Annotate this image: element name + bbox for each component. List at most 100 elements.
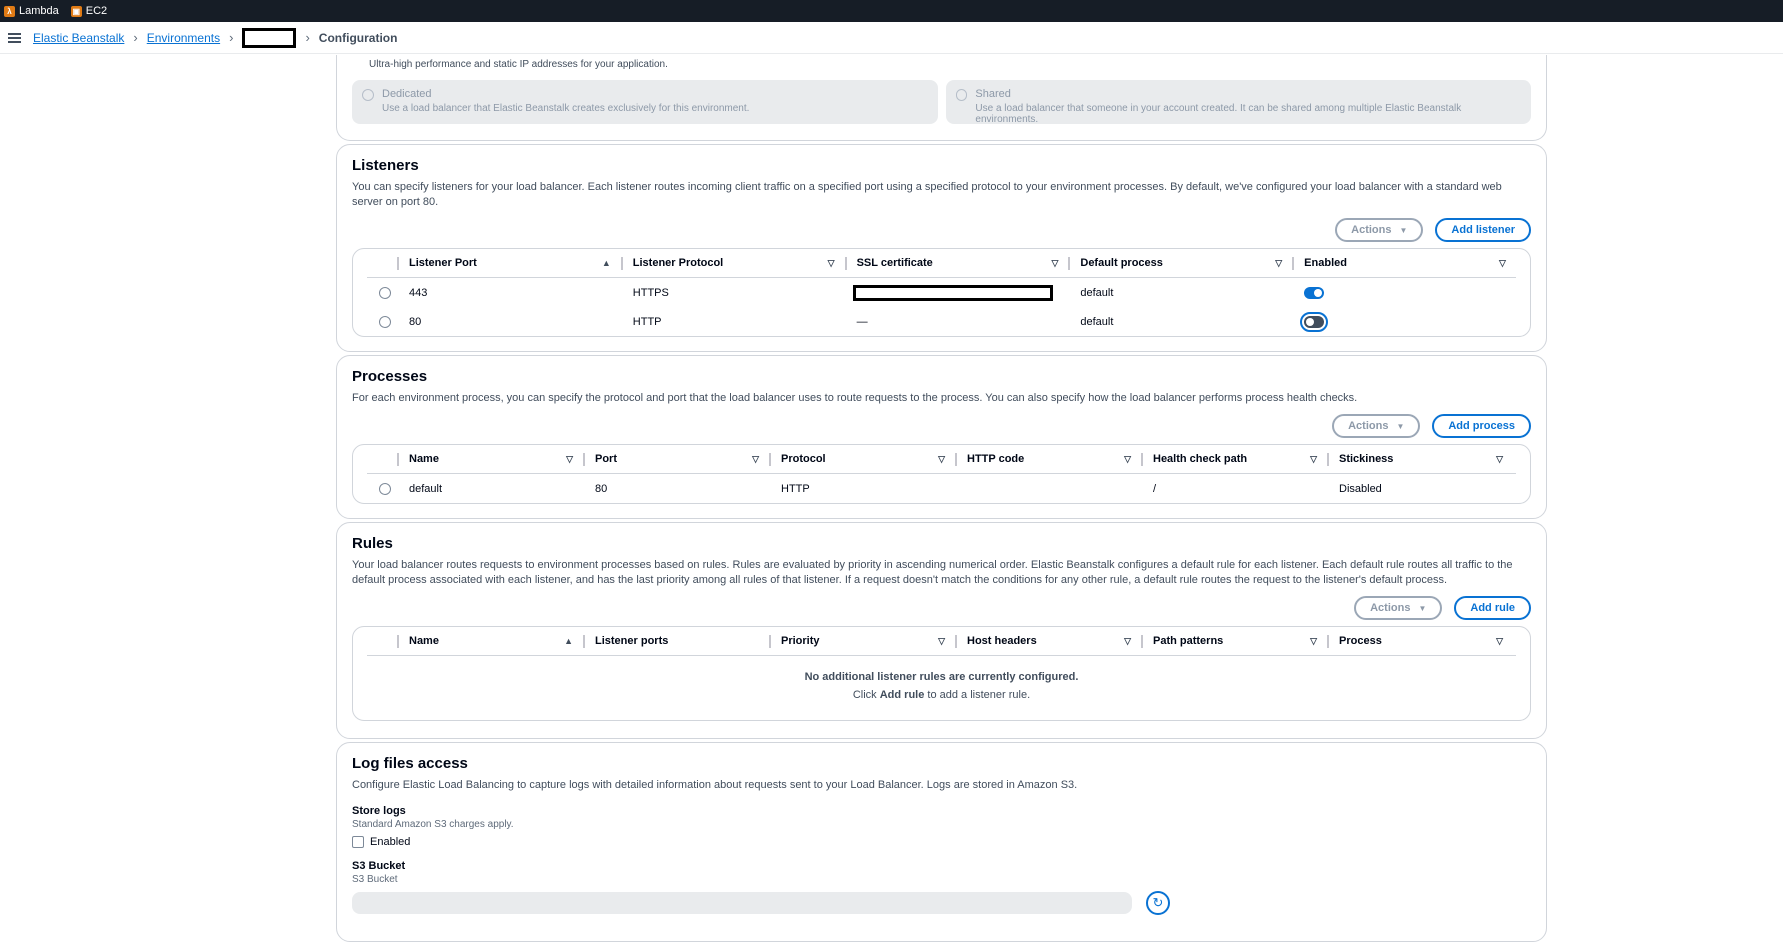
- table-row[interactable]: 80 HTTP — default: [367, 307, 1516, 336]
- col-listener-protocol[interactable]: Listener Protocol ▽: [620, 249, 845, 277]
- enabled-toggle-off[interactable]: [1300, 311, 1329, 332]
- enabled-toggle-on[interactable]: [1304, 286, 1325, 299]
- row-radio[interactable]: [379, 286, 391, 299]
- chevron-right-icon: ›: [229, 30, 234, 45]
- col-host-headers[interactable]: Host headers ▽: [955, 627, 1141, 655]
- table-header: Name ▲ Listener ports Priority ▽ Host head…: [367, 627, 1516, 656]
- col-ssl-certificate[interactable]: SSL certificate ▽: [844, 249, 1069, 277]
- table-row[interactable]: 443 HTTPS default: [367, 278, 1516, 307]
- option-desc: Use a load balancer that Elastic Beansta…: [382, 103, 750, 114]
- bookmark-lambda[interactable]: λ Lambda: [4, 5, 59, 17]
- col-name[interactable]: Name ▲: [397, 627, 583, 655]
- cell-stickiness: Disabled: [1339, 482, 1382, 495]
- dedicated-radio[interactable]: [362, 89, 374, 101]
- rules-actions-button[interactable]: Actions ▼: [1354, 596, 1443, 620]
- s3-bucket-select[interactable]: [352, 892, 1132, 914]
- option-title: Dedicated: [382, 88, 432, 100]
- sort-icon: ▽: [1124, 453, 1131, 464]
- browser-bookmarks-bar: λ Lambda ▣ EC2: [0, 0, 1783, 22]
- col-name[interactable]: Name ▽: [397, 445, 583, 473]
- col-health-check-path[interactable]: Health check path ▽: [1141, 445, 1327, 473]
- bookmark-label: EC2: [85, 5, 108, 17]
- sort-ascending-icon: ▲: [601, 258, 611, 268]
- cell-process: default: [1080, 286, 1114, 299]
- refresh-icon[interactable]: ↻: [1146, 891, 1170, 915]
- rules-table: Name ▲ Listener ports Priority ▽ Host head…: [352, 626, 1531, 721]
- sort-icon: ▽: [1051, 257, 1059, 268]
- col-enabled[interactable]: Enabled ▽: [1292, 249, 1516, 277]
- cell-port: 80: [595, 482, 608, 495]
- breadcrumb: Elastic Beanstalk › Environments › › Con…: [0, 22, 1783, 54]
- lb-type-desc: Ultra-high performance and static IP add…: [369, 59, 668, 70]
- store-logs-checkbox[interactable]: Enabled: [352, 836, 1531, 848]
- store-logs-label: Store logs: [352, 805, 406, 817]
- sort-icon: ▽: [1124, 635, 1131, 646]
- breadcrumb-current: Configuration: [318, 30, 398, 45]
- row-radio[interactable]: [379, 482, 391, 495]
- add-listener-button[interactable]: Add listener: [1435, 218, 1531, 242]
- sort-icon: ▽: [1499, 257, 1506, 268]
- sort-icon: ▽: [1275, 257, 1283, 268]
- option-title: Shared: [975, 88, 1011, 100]
- caret-down-icon: ▼: [1418, 603, 1427, 613]
- sort-icon: ▽: [1310, 453, 1317, 464]
- checkbox-label: Enabled: [370, 836, 411, 848]
- logs-title: Log files access: [352, 755, 468, 772]
- empty-title: No additional listener rules are current…: [804, 671, 1079, 683]
- sort-icon: ▽: [938, 635, 945, 646]
- chevron-right-icon: ›: [305, 30, 310, 45]
- bookmark-ec2[interactable]: ▣ EC2: [70, 5, 108, 17]
- option-desc: Use a load balancer that someone in your…: [975, 103, 1462, 125]
- col-default-process[interactable]: Default process ▽: [1068, 249, 1292, 277]
- col-stickiness[interactable]: Stickiness ▽: [1327, 445, 1513, 473]
- table-header: Name ▽ Port ▽ Protocol ▽ HTTP code ▽ Health …: [367, 445, 1516, 474]
- col-listener-ports[interactable]: Listener ports: [583, 627, 769, 655]
- breadcrumb-environments[interactable]: Environments: [147, 31, 220, 45]
- cell-http-code: [955, 474, 1141, 503]
- lb-option-shared[interactable]: Shared Use a load balancer that someone …: [945, 80, 1531, 125]
- bookmark-label: Lambda: [19, 5, 59, 17]
- sort-icon: ▽: [1310, 635, 1317, 646]
- logs-desc: Configure Elastic Load Balancing to capt…: [352, 779, 1078, 791]
- store-logs-sub: Standard Amazon S3 charges apply.: [352, 819, 514, 830]
- sort-icon: ▽: [1496, 453, 1503, 464]
- table-header: Listener Port ▲ Listener Protocol ▽ SSL ce…: [367, 249, 1516, 278]
- sort-icon: ▽: [566, 453, 573, 464]
- listeners-actions-button[interactable]: Actions ▼: [1335, 218, 1424, 242]
- table-row[interactable]: default 80 HTTP / Disabled: [367, 474, 1516, 503]
- breadcrumb-elastic-beanstalk[interactable]: Elastic Beanstalk: [33, 31, 124, 45]
- processes-title: Processes: [352, 368, 428, 385]
- logs-panel: Log files access Configure Elastic Load …: [336, 742, 1547, 942]
- sort-ascending-icon: ▲: [564, 636, 573, 646]
- lb-option-dedicated[interactable]: Dedicated Use a load balancer that Elast…: [352, 80, 938, 124]
- processes-desc: For each environment process, you can sp…: [352, 392, 1358, 404]
- ssl-certificate-redacted: [852, 284, 1053, 301]
- caret-down-icon: ▼: [1396, 421, 1405, 431]
- processes-panel: Processes For each environment process, …: [336, 355, 1547, 519]
- empty-hint: Click Add rule to add a listener rule.: [852, 689, 1031, 701]
- processes-actions-button[interactable]: Actions ▼: [1332, 414, 1421, 438]
- col-http-code[interactable]: HTTP code ▽: [955, 445, 1141, 473]
- col-path-patterns[interactable]: Path patterns ▽: [1141, 627, 1327, 655]
- rules-panel: Rules Your load balancer routes requests…: [336, 522, 1547, 739]
- col-process[interactable]: Process ▽: [1327, 627, 1513, 655]
- cell-protocol: HTTPS: [632, 286, 669, 299]
- breadcrumb-environment-redacted[interactable]: [242, 27, 297, 48]
- listeners-title: Listeners: [352, 157, 419, 174]
- cell-protocol: HTTP: [632, 315, 662, 328]
- cell-port: 80: [408, 315, 422, 328]
- col-port[interactable]: Port ▽: [583, 445, 769, 473]
- shared-radio[interactable]: [955, 89, 968, 101]
- rules-empty-state: No additional listener rules are current…: [367, 656, 1516, 720]
- add-process-button[interactable]: Add process: [1432, 414, 1531, 438]
- col-protocol[interactable]: Protocol ▽: [769, 445, 955, 473]
- add-rule-button[interactable]: Add rule: [1454, 596, 1531, 620]
- menu-icon[interactable]: [8, 32, 21, 43]
- cell-port: 443: [408, 286, 428, 299]
- rules-title: Rules: [352, 535, 393, 552]
- checkbox-icon[interactable]: [352, 836, 364, 848]
- sort-icon: ▽: [1496, 635, 1503, 646]
- col-priority[interactable]: Priority ▽: [769, 627, 955, 655]
- row-radio[interactable]: [379, 315, 391, 328]
- col-listener-port[interactable]: Listener Port ▲: [396, 249, 621, 277]
